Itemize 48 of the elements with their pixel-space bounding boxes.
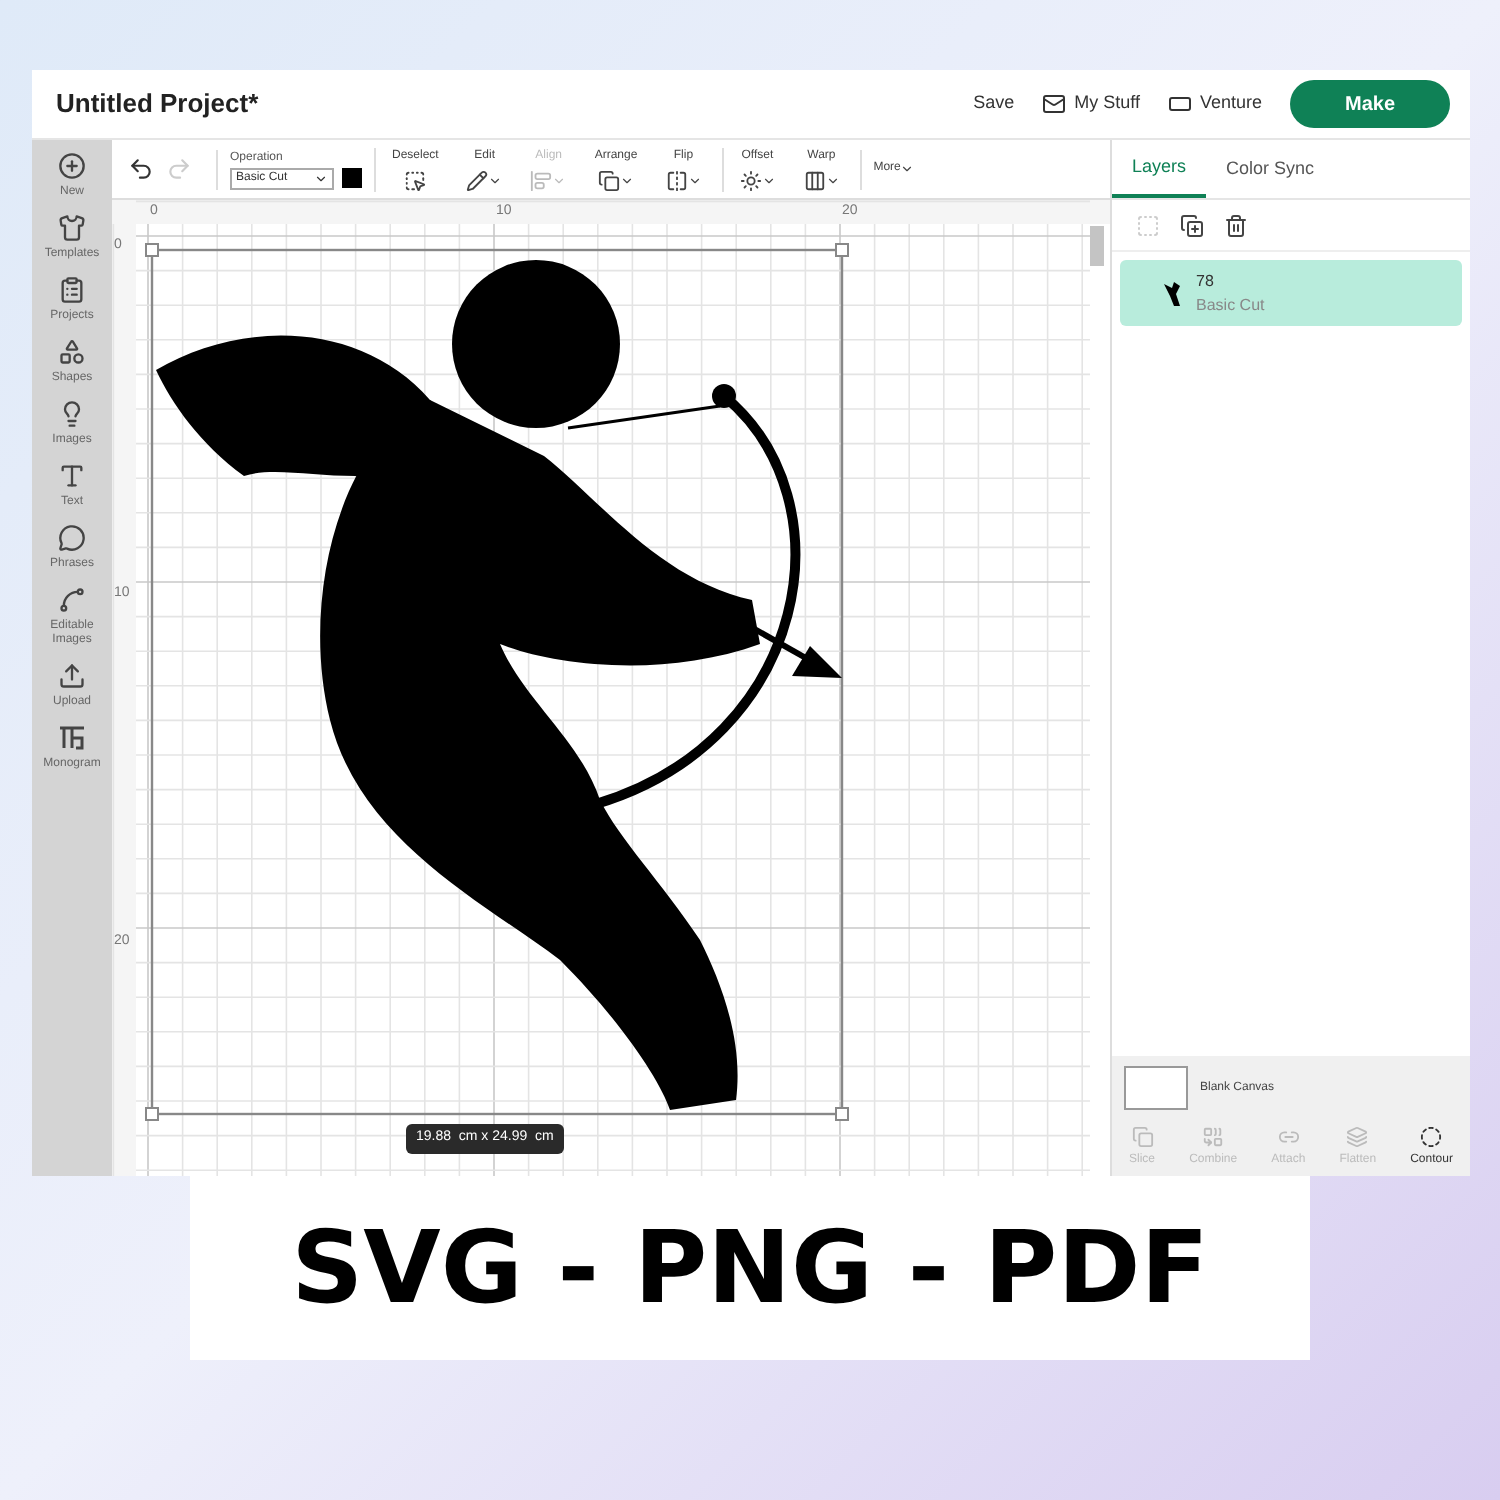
layer-operation: Basic Cut xyxy=(1196,293,1265,317)
duplicate-icon[interactable] xyxy=(1180,213,1204,237)
color-swatch[interactable] xyxy=(342,168,362,188)
shapes-icon xyxy=(58,338,86,366)
panel-tab[interactable]: Layers xyxy=(1112,140,1207,198)
project-title: Untitled Project* xyxy=(56,86,259,123)
undo-icon[interactable] xyxy=(128,156,154,182)
warp-icon xyxy=(803,169,826,191)
link-icon xyxy=(1277,1126,1300,1148)
resize-handle[interactable] xyxy=(145,243,159,257)
slice-icon xyxy=(1131,1126,1154,1148)
offset-icon xyxy=(739,169,762,191)
save-link[interactable]: Save xyxy=(973,90,1015,118)
align-icon xyxy=(530,169,553,191)
node-path-icon xyxy=(58,586,86,614)
format-banner-text: SVG - PNG - PDF xyxy=(291,1207,1209,1329)
canvas-swatch xyxy=(1124,1066,1188,1110)
pencil-icon xyxy=(466,169,489,191)
dashed-select-icon xyxy=(404,169,427,191)
layer-row[interactable]: 78 Basic Cut xyxy=(1120,260,1462,326)
my-stuff-link[interactable]: My Stuff xyxy=(1042,90,1140,118)
resize-handle[interactable] xyxy=(835,1107,849,1121)
trash-icon[interactable] xyxy=(1224,213,1248,237)
speech-bubble-icon xyxy=(58,524,86,552)
shirt-icon xyxy=(58,214,86,242)
combine-icon xyxy=(1202,1126,1225,1148)
layers-icon xyxy=(1346,1126,1369,1148)
caret-icon xyxy=(900,162,915,176)
panel-tab[interactable]: Color Sync xyxy=(1206,140,1335,198)
flip-icon xyxy=(665,169,688,191)
lightbulb-icon xyxy=(58,400,86,428)
dashed-circle-icon xyxy=(1420,1126,1443,1148)
resize-handle[interactable] xyxy=(835,243,849,257)
resize-handle[interactable] xyxy=(145,1107,159,1121)
mail-icon xyxy=(1042,92,1067,116)
make-button[interactable]: Make xyxy=(1290,80,1450,128)
machine-icon xyxy=(1167,92,1192,116)
scrollbar[interactable] xyxy=(1090,226,1104,266)
layer-name: 78 xyxy=(1196,269,1214,293)
upload-icon xyxy=(58,662,86,690)
caret-icon xyxy=(314,171,328,185)
venture-link[interactable]: Venture xyxy=(1167,90,1262,118)
monogram-icon xyxy=(58,724,86,752)
plus-circle-icon xyxy=(58,152,86,180)
clipboard-icon xyxy=(58,276,86,304)
text-icon xyxy=(58,462,86,490)
stacked-squares-icon xyxy=(598,169,621,191)
cupid-thumbnail-icon xyxy=(1160,279,1184,307)
